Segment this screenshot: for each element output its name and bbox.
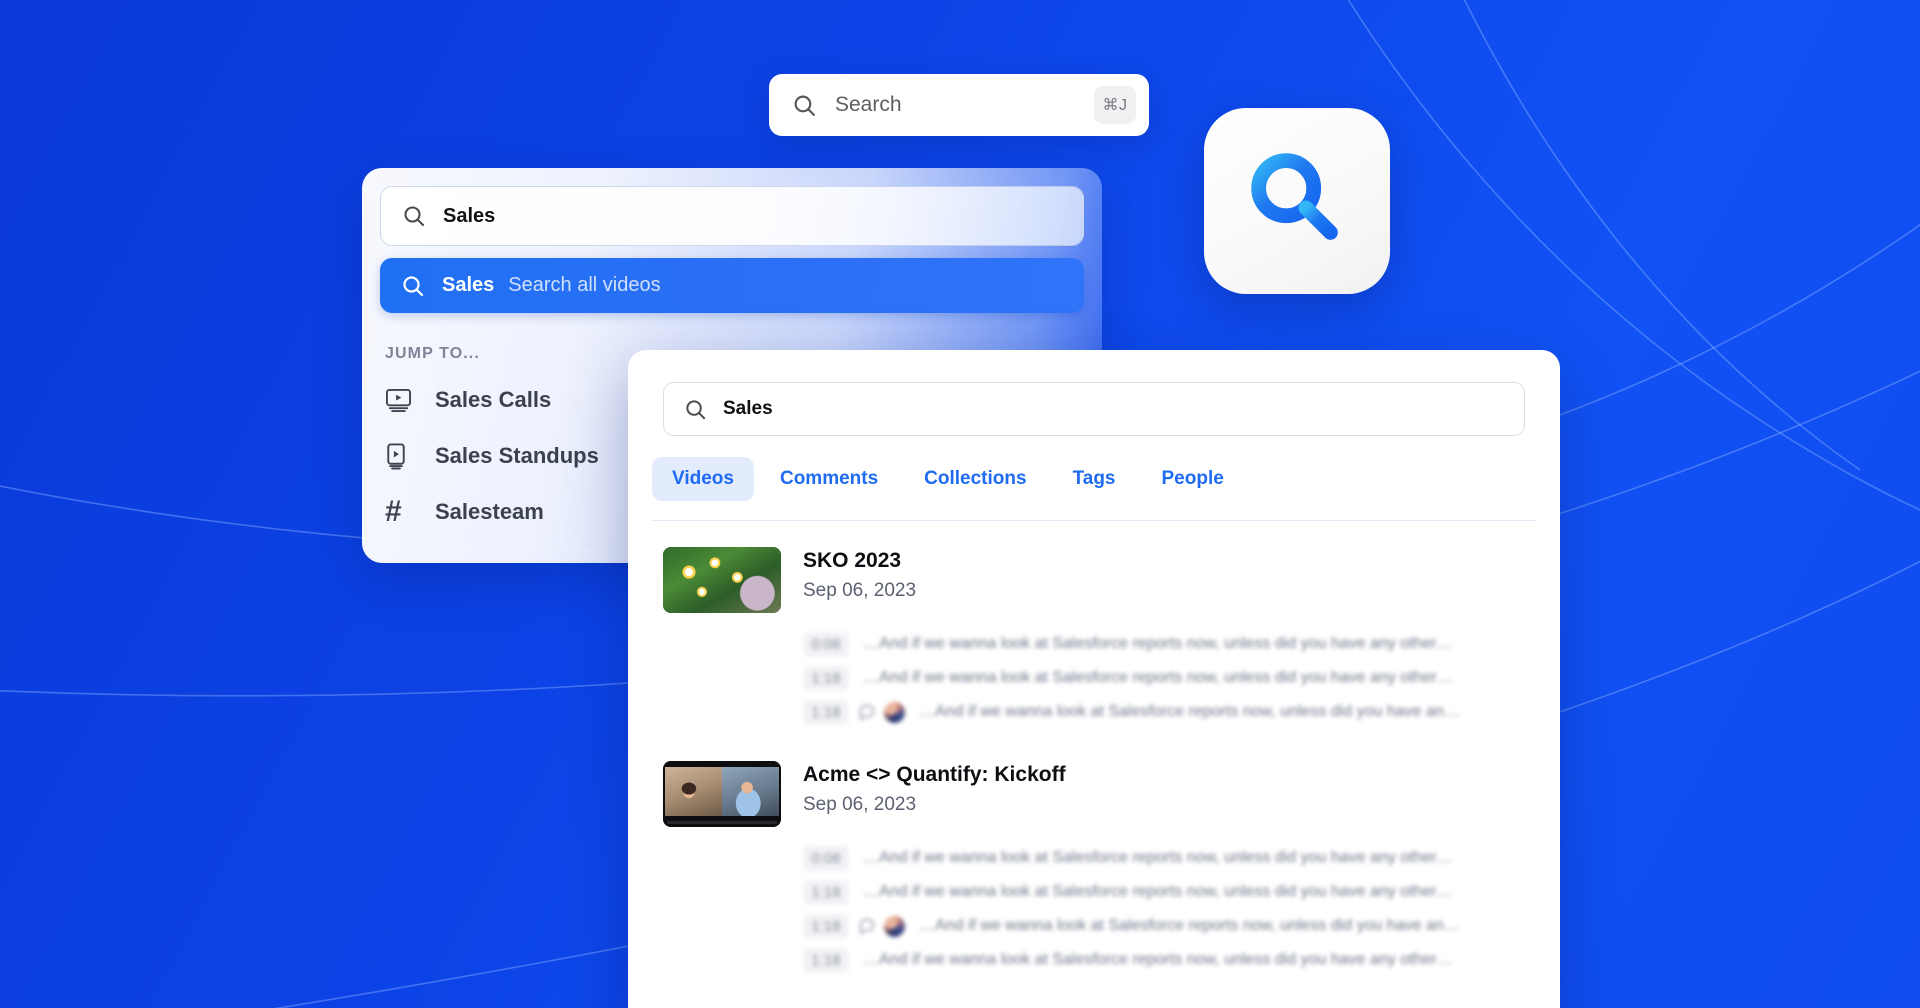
transcript-timestamp[interactable]: 1:18 bbox=[803, 913, 849, 939]
transcript-timestamp[interactable]: 0:08 bbox=[803, 631, 849, 657]
transcript-text: …And if we wanna look at Salesforce repo… bbox=[919, 703, 1460, 720]
suggestion-hint: Search all videos bbox=[508, 274, 661, 296]
transcript-line[interactable]: 0:08 …And if we wanna look at Salesforce… bbox=[803, 627, 1525, 661]
search-icon bbox=[683, 397, 707, 421]
result-title: Acme <> Quantify: Kickoff bbox=[803, 763, 1066, 786]
transcript-line[interactable]: 0:08 …And if we wanna look at Salesforce… bbox=[803, 841, 1525, 875]
transcript-line[interactable]: 1:18 …And if we wanna look at Salesforce… bbox=[803, 695, 1525, 729]
result-meta: Acme <> Quantify: Kickoff Sep 06, 2023 bbox=[803, 761, 1066, 816]
result-date: Sep 06, 2023 bbox=[803, 580, 917, 601]
transcript-list: 0:08 …And if we wanna look at Salesforce… bbox=[803, 627, 1525, 729]
floating-search-bar[interactable]: Search ⌘J bbox=[769, 74, 1149, 136]
search-icon bbox=[400, 273, 425, 298]
comment-bubble-icon bbox=[857, 703, 876, 722]
result-header: SKO 2023 Sep 06, 2023 bbox=[663, 547, 1525, 613]
result-meta: SKO 2023 Sep 06, 2023 bbox=[803, 547, 916, 602]
magnifier-icon bbox=[1251, 153, 1338, 240]
transcript-text: …And if we wanna look at Salesforce repo… bbox=[863, 883, 1453, 900]
results-tabs: Videos Comments Collections Tags People bbox=[652, 457, 1536, 521]
promotional-screenshot: Search ⌘J Sales Sales Search all videos … bbox=[0, 0, 1920, 1008]
transcript-timestamp[interactable]: 1:18 bbox=[803, 879, 849, 905]
transcript-line[interactable]: 1:18 …And if we wanna look at Salesforce… bbox=[803, 875, 1525, 909]
search-icon bbox=[791, 92, 817, 118]
search-placeholder: Search bbox=[835, 93, 902, 116]
keyboard-shortcut-badge: ⌘J bbox=[1094, 86, 1136, 124]
transcript-text: …And if we wanna look at Salesforce repo… bbox=[863, 635, 1453, 652]
avatar bbox=[884, 915, 905, 937]
transcript-text: …And if we wanna look at Salesforce repo… bbox=[919, 917, 1460, 934]
transcript-timestamp[interactable]: 1:18 bbox=[803, 947, 849, 973]
jump-to-item-label: Salesteam bbox=[435, 499, 544, 524]
avatar bbox=[884, 701, 905, 723]
tab-videos[interactable]: Videos bbox=[652, 457, 754, 501]
transcript-list: 0:08 …And if we wanna look at Salesforce… bbox=[803, 841, 1525, 977]
transcript-timestamp[interactable]: 1:18 bbox=[803, 699, 849, 725]
jump-to-item-label: Sales Standups bbox=[435, 443, 599, 468]
transcript-line[interactable]: 1:18 …And if we wanna look at Salesforce… bbox=[803, 943, 1525, 977]
tab-collections[interactable]: Collections bbox=[904, 457, 1046, 501]
monitor-play-icon bbox=[385, 385, 419, 415]
transcript-line[interactable]: 1:18 …And if we wanna look at Salesforce… bbox=[803, 909, 1525, 943]
result-title: SKO 2023 bbox=[803, 549, 902, 572]
transcript-text: …And if we wanna look at Salesforce repo… bbox=[863, 951, 1453, 968]
search-results-panel: Sales Videos Comments Collections Tags P… bbox=[628, 350, 1560, 1008]
result-item[interactable]: Acme <> Quantify: Kickoff Sep 06, 2023 0… bbox=[663, 729, 1525, 977]
transcript-text: …And if we wanna look at Salesforce repo… bbox=[863, 849, 1453, 866]
video-thumbnail[interactable] bbox=[663, 761, 781, 827]
comment-bubble-icon bbox=[857, 917, 876, 936]
results-search-query: Sales bbox=[723, 398, 773, 419]
tab-tags[interactable]: Tags bbox=[1053, 457, 1136, 501]
result-date: Sep 06, 2023 bbox=[803, 794, 917, 815]
command-palette-input[interactable]: Sales bbox=[380, 186, 1084, 246]
flowers-thumbnail-art bbox=[663, 547, 781, 613]
transcript-line[interactable]: 1:18 …And if we wanna look at Salesforce… bbox=[803, 661, 1525, 695]
suggestion-term: Sales bbox=[442, 274, 495, 296]
results-search-input[interactable]: Sales bbox=[663, 382, 1525, 436]
search-icon bbox=[401, 204, 426, 229]
video-thumbnail[interactable] bbox=[663, 547, 781, 613]
search-app-icon[interactable] bbox=[1204, 108, 1390, 294]
result-header: Acme <> Quantify: Kickoff Sep 06, 2023 bbox=[663, 761, 1525, 827]
command-palette-query: Sales bbox=[443, 204, 496, 227]
tab-comments[interactable]: Comments bbox=[760, 457, 898, 501]
hash-icon: # bbox=[385, 495, 402, 528]
transcript-timestamp[interactable]: 0:08 bbox=[803, 845, 849, 871]
jump-to-item-label: Sales Calls bbox=[435, 387, 552, 412]
transcript-timestamp[interactable]: 1:18 bbox=[803, 665, 849, 691]
video-call-thumbnail-art bbox=[663, 761, 781, 827]
results-list: SKO 2023 Sep 06, 2023 0:08 …And if we wa… bbox=[628, 521, 1560, 977]
search-all-videos-suggestion[interactable]: Sales Search all videos bbox=[380, 258, 1084, 313]
tab-people[interactable]: People bbox=[1142, 457, 1244, 501]
transcript-text: …And if we wanna look at Salesforce repo… bbox=[863, 669, 1453, 686]
mobile-play-icon bbox=[385, 441, 419, 471]
result-item[interactable]: SKO 2023 Sep 06, 2023 0:08 …And if we wa… bbox=[663, 521, 1525, 729]
